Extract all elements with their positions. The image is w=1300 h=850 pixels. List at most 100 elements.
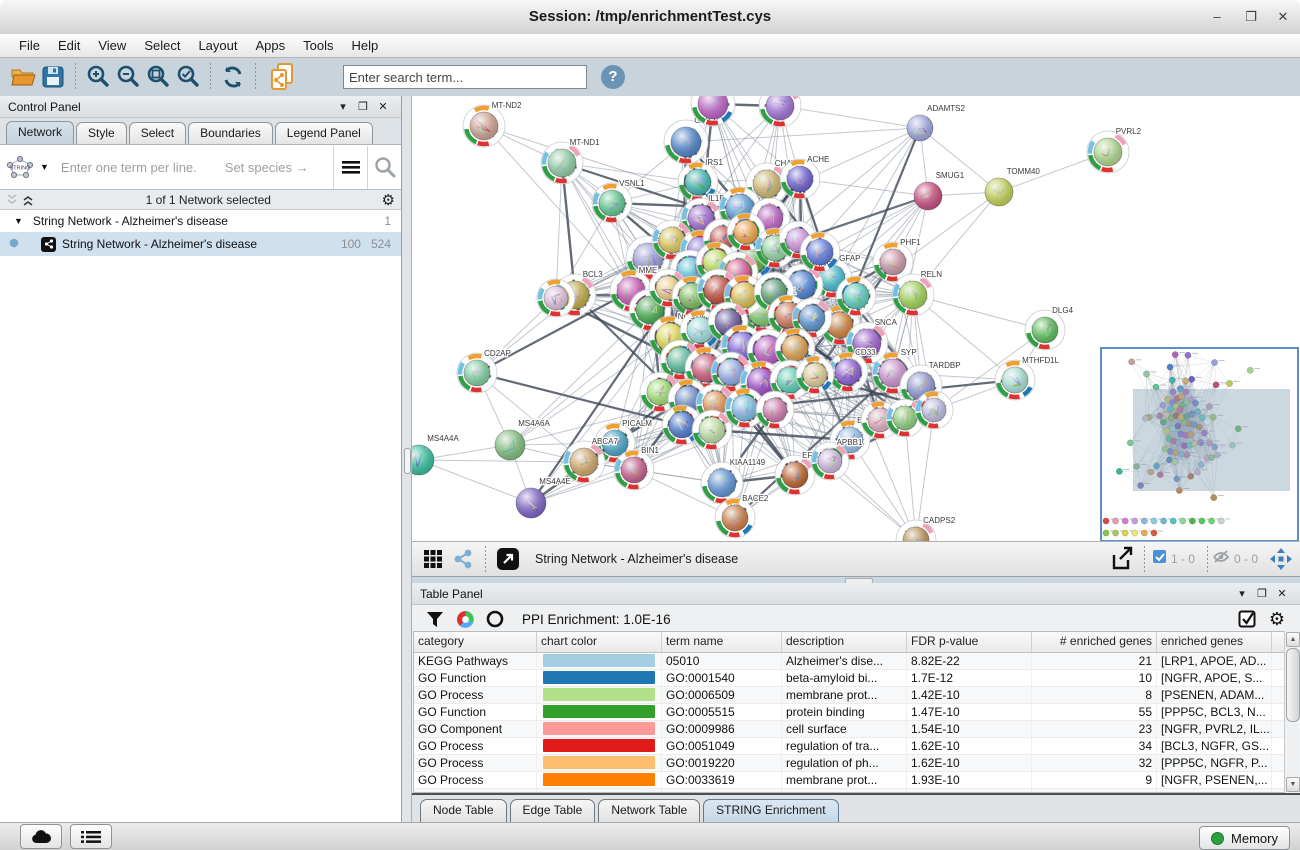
tab-legend-panel[interactable]: Legend Panel: [275, 122, 373, 144]
cell-enriched-genes: [NGFR, PSENEN,...: [1157, 772, 1272, 788]
network-from-file-icon[interactable]: [263, 63, 301, 91]
network-canvas[interactable]: MT-ND2MT-ND1VSNL1GAB2ADAMTS2PVRL2SMUG1TO…: [412, 96, 1300, 541]
string-query-input[interactable]: Enter one term per line. Set species →: [53, 145, 333, 189]
birds-eye-view[interactable]: [1101, 348, 1298, 541]
network-row-selected[interactable]: String Network - Alzheimer's disease 100…: [0, 232, 401, 256]
menu-select[interactable]: Select: [135, 34, 189, 57]
tab-network[interactable]: Network: [6, 121, 74, 144]
chart-color-icon[interactable]: [450, 605, 480, 633]
panel-close-icon[interactable]: ✕: [373, 100, 393, 113]
toolbar-separator: [255, 63, 256, 91]
panel-close-icon[interactable]: ✕: [1272, 587, 1292, 600]
zoom-out-icon[interactable]: [113, 63, 143, 91]
scrollbar-thumb[interactable]: [1286, 648, 1300, 722]
panel-collapse-icon[interactable]: ▾: [1232, 587, 1252, 600]
cell-category: GO Process: [414, 738, 537, 754]
filter-icon[interactable]: [420, 605, 450, 633]
menu-edit[interactable]: Edit: [49, 34, 89, 57]
table-vertical-scrollbar[interactable]: ▲ ▼: [1284, 631, 1299, 793]
enrichment-table[interactable]: categorychart colorterm namedescriptionF…: [413, 631, 1285, 793]
cloud-button[interactable]: [20, 824, 62, 849]
string-options-button[interactable]: [333, 146, 367, 189]
panel-float-icon[interactable]: ❐: [353, 100, 373, 113]
help-icon[interactable]: ?: [601, 65, 625, 89]
export-network-icon[interactable]: [1107, 545, 1137, 573]
menu-view[interactable]: View: [89, 34, 135, 57]
settings-gear-icon[interactable]: ⚙: [1262, 605, 1292, 633]
open-session-icon[interactable]: [8, 63, 38, 91]
tab-network-table[interactable]: Network Table: [598, 799, 700, 822]
birds-eye-toggle-icon[interactable]: [1266, 545, 1296, 573]
menu-apps[interactable]: Apps: [247, 34, 295, 57]
table-row[interactable]: KEGG Pathways05010Alzheimer's dise...8.8…: [414, 653, 1284, 670]
svg-text:SMUG1: SMUG1: [936, 171, 965, 180]
cell-chart-color: [537, 772, 662, 788]
table-row[interactable]: GO ProcessGO:0006509membrane prot...1.42…: [414, 687, 1284, 704]
select-rows-checkbox-icon[interactable]: [1232, 605, 1262, 633]
birds-eye-viewport[interactable]: [1133, 389, 1290, 491]
panel-collapse-icon[interactable]: ▾: [333, 100, 353, 113]
tab-edge-table[interactable]: Edge Table: [510, 799, 596, 822]
hidden-eye-icon[interactable]: [1212, 549, 1230, 569]
menu-help[interactable]: Help: [343, 34, 388, 57]
save-session-icon[interactable]: [38, 63, 68, 91]
close-button[interactable]: ✕: [1272, 7, 1294, 27]
minimize-button[interactable]: –: [1206, 7, 1228, 27]
menu-file[interactable]: File: [10, 34, 49, 57]
table-row[interactable]: GO ProcessGO:0033619membrane prot...1.93…: [414, 772, 1284, 789]
menu-layout[interactable]: Layout: [189, 34, 246, 57]
refresh-icon[interactable]: [218, 63, 248, 91]
zoom-in-icon[interactable]: [83, 63, 113, 91]
tab-select[interactable]: Select: [129, 122, 186, 144]
scroll-down-button[interactable]: ▼: [1286, 777, 1300, 792]
string-search-button[interactable]: [367, 146, 401, 189]
grid-view-icon[interactable]: [418, 545, 448, 573]
share-network-icon[interactable]: [448, 545, 478, 573]
open-in-window-icon[interactable]: [493, 545, 523, 573]
title-bar[interactable]: Session: /tmp/enrichmentTest.cys – ❐ ✕: [0, 0, 1300, 35]
tab-node-table[interactable]: Node Table: [420, 799, 507, 822]
column-header-term-name[interactable]: term name: [662, 632, 782, 652]
collection-expander-icon[interactable]: ▼: [14, 216, 23, 226]
table-row[interactable]: GO ProcessGO:0051049regulation of tra...…: [414, 738, 1284, 755]
column-header-category[interactable]: category: [414, 632, 537, 652]
svg-text:ADAMTS2: ADAMTS2: [927, 104, 965, 113]
scroll-up-button[interactable]: ▲: [1286, 632, 1300, 647]
maximize-button[interactable]: ❐: [1240, 7, 1262, 27]
svg-text:BIN1: BIN1: [641, 446, 659, 455]
table-row[interactable]: GO ProcessGO:0019220regulation of ph...1…: [414, 755, 1284, 772]
selected-checkbox-icon[interactable]: [1152, 549, 1167, 569]
ring-chart-icon[interactable]: [480, 605, 510, 633]
zoom-fit-icon[interactable]: [143, 63, 173, 91]
svg-text:KIAA1149: KIAA1149: [730, 458, 766, 467]
panel-float-icon[interactable]: ❐: [1252, 587, 1272, 600]
application-window: Session: /tmp/enrichmentTest.cys – ❐ ✕ F…: [0, 0, 1300, 850]
network-graph[interactable]: MT-ND2MT-ND1VSNL1GAB2ADAMTS2PVRL2SMUG1TO…: [412, 96, 1300, 541]
cell-chart-color: [537, 721, 662, 737]
zoom-selected-icon[interactable]: [173, 63, 203, 91]
table-row[interactable]: GO FunctionGO:0005515protein binding1.47…: [414, 704, 1284, 721]
column-header-enriched-genes[interactable]: enriched genes: [1157, 632, 1272, 652]
column-header--enriched-genes[interactable]: # enriched genes: [1032, 632, 1157, 652]
collapse-all-icon[interactable]: [6, 194, 19, 206]
string-logo-icon[interactable]: STRING: [0, 154, 40, 180]
tab-boundaries[interactable]: Boundaries: [188, 122, 273, 144]
menu-tools[interactable]: Tools: [294, 34, 342, 57]
tab-style[interactable]: Style: [76, 122, 127, 144]
search-input[interactable]: [343, 65, 587, 89]
collection-row[interactable]: ▼ String Network - Alzheimer's disease 1: [0, 210, 401, 232]
table-row[interactable]: GO FunctionGO:0001540beta-amyloid bi...1…: [414, 670, 1284, 687]
table-row[interactable]: GO ComponentGO:0009986cell surface1.54E-…: [414, 721, 1284, 738]
network-current-dot: [9, 237, 19, 251]
string-source-caret[interactable]: ▼: [40, 162, 49, 172]
task-list-button[interactable]: [70, 824, 112, 849]
panel-splitter[interactable]: [402, 96, 412, 822]
expand-all-icon[interactable]: [22, 194, 35, 206]
gear-icon[interactable]: ⚙: [382, 191, 395, 209]
column-header-description[interactable]: description: [782, 632, 907, 652]
column-header-FDR-p-value[interactable]: FDR p-value: [907, 632, 1032, 652]
memory-button[interactable]: Memory: [1199, 826, 1290, 850]
splitter-handle[interactable]: [404, 448, 411, 474]
tab-string-enrichment[interactable]: STRING Enrichment: [703, 799, 838, 822]
column-header-chart-color[interactable]: chart color: [537, 632, 662, 652]
